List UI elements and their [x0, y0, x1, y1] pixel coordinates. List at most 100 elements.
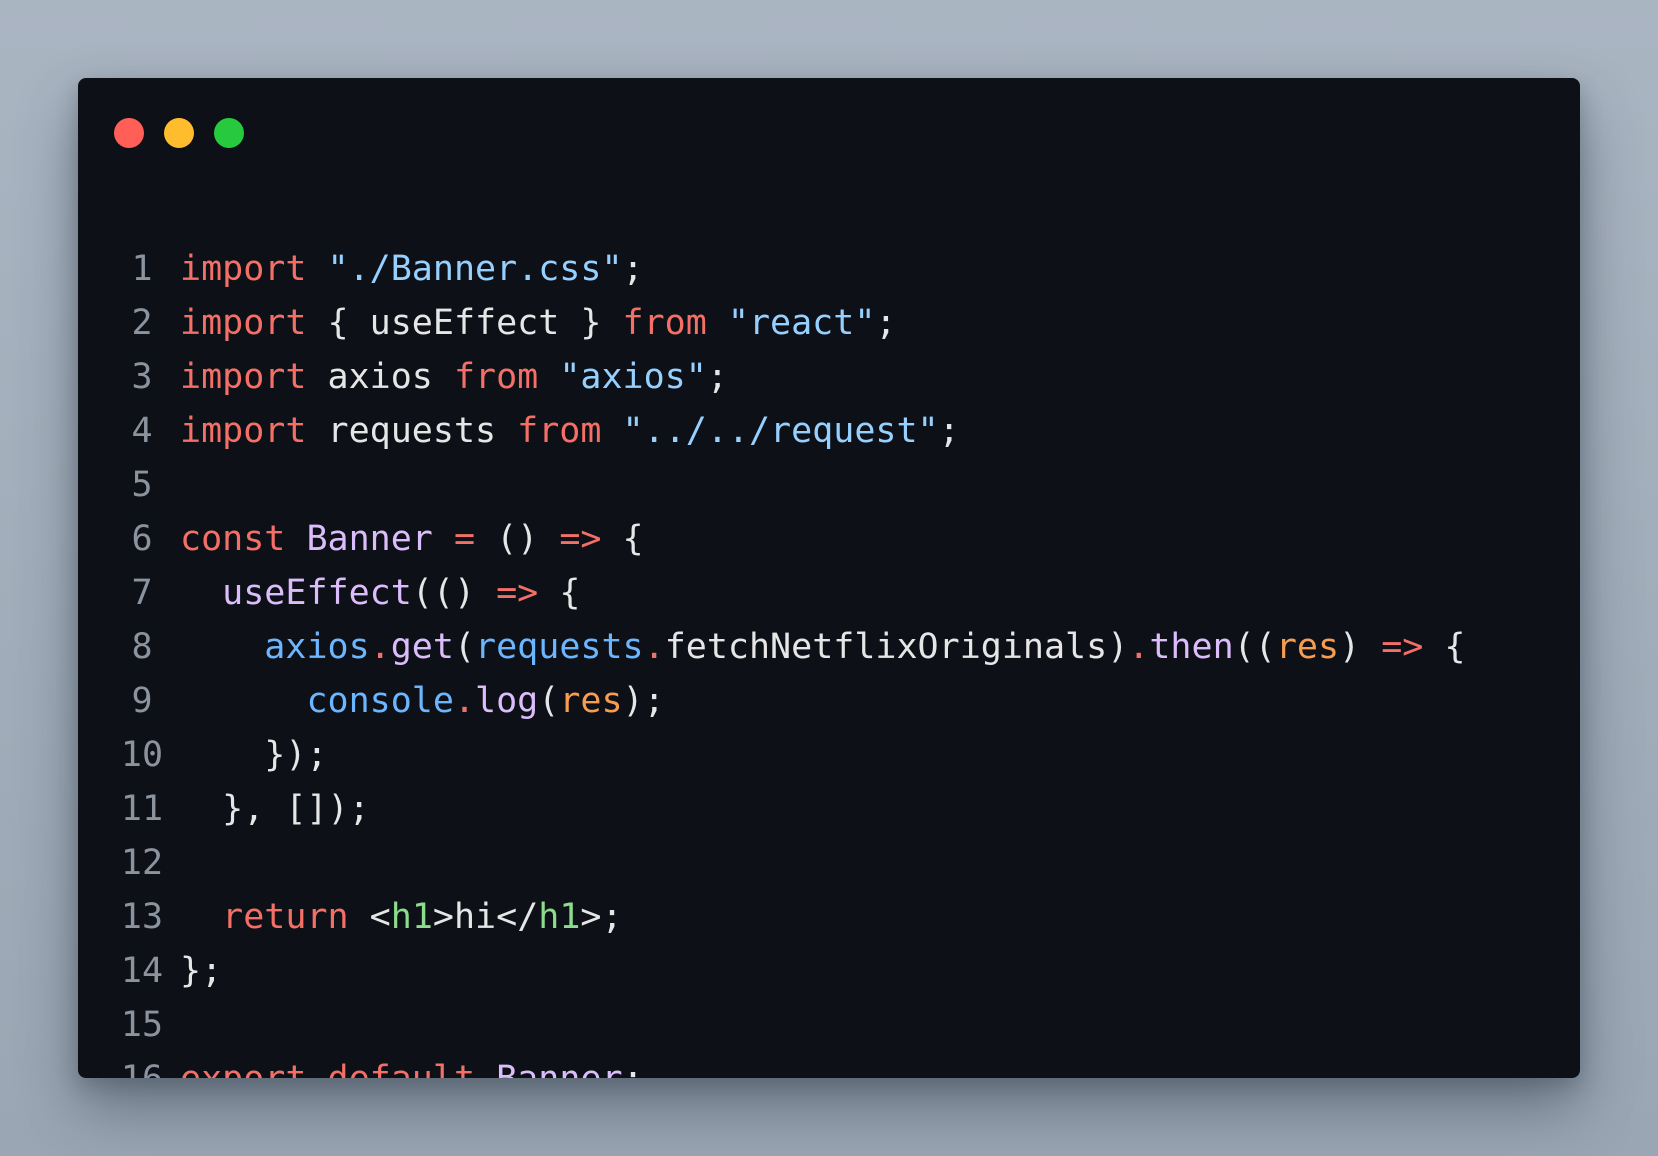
minimize-window-dot-icon[interactable]: [164, 118, 194, 148]
code-token: default: [328, 1059, 476, 1078]
code-token: >hi</: [432, 897, 539, 937]
code-token: useEffect: [222, 573, 412, 613]
code-token: );: [622, 681, 665, 721]
code-token: };: [180, 951, 223, 991]
line-number: 12: [120, 843, 164, 883]
code-token: return: [222, 897, 349, 937]
code-text: const Banner = () => {: [180, 512, 644, 566]
code-token: const: [180, 519, 286, 559]
code-line: 1 import "./Banner.css";: [78, 242, 1580, 296]
code-text: export default Banner;: [180, 1052, 644, 1078]
code-text: }, []);: [180, 782, 370, 836]
code-token: >;: [580, 897, 623, 937]
code-token: from: [517, 411, 602, 451]
code-token: Banner: [496, 1059, 622, 1078]
line-number: 14: [120, 951, 164, 991]
code-token: fetchNetflixOriginals): [664, 627, 1129, 667]
code-token: });: [180, 735, 328, 775]
code-line: 7 useEffect(() => {: [78, 566, 1580, 620]
code-token: ;: [706, 357, 728, 397]
code-text: axios.get(requests.fetchNetflixOriginals…: [180, 620, 1466, 674]
code-token: requests: [475, 627, 644, 667]
code-line: 3 import axios from "axios";: [78, 350, 1580, 404]
code-text: return <h1>hi</h1>;: [180, 890, 623, 944]
code-token: "./Banner.css": [327, 249, 623, 289]
code-token: import: [180, 303, 307, 343]
line-number: 6: [131, 519, 153, 559]
code-token: {: [601, 519, 644, 559]
code-token: { useEffect }: [306, 303, 623, 343]
code-token: res: [559, 681, 623, 721]
code-line: 12: [78, 836, 1580, 890]
code-text: };: [180, 944, 222, 998]
code-token: console: [306, 681, 454, 721]
code-token: axios: [306, 357, 454, 397]
line-number: 13: [120, 897, 164, 937]
code-token: ;: [623, 1059, 644, 1078]
code-token: .: [1128, 627, 1150, 667]
code-token: res: [1275, 627, 1340, 667]
code-token: import: [180, 411, 307, 451]
code-token: get: [390, 627, 454, 667]
code-token: ;: [875, 303, 897, 343]
code-token: {: [538, 573, 581, 613]
code-token: requests: [306, 411, 518, 451]
code-token: =: [453, 519, 476, 559]
code-token: Banner: [306, 519, 433, 559]
code-line: 2 import { useEffect } from "react";: [78, 296, 1580, 350]
code-token: =>: [559, 519, 602, 559]
code-token: "react": [727, 303, 876, 343]
code-token: import: [180, 357, 307, 397]
maximize-window-dot-icon[interactable]: [214, 118, 244, 148]
code-text: import { useEffect } from "react";: [180, 296, 896, 350]
line-number: 4: [131, 411, 153, 451]
code-token: (: [453, 627, 476, 667]
page-background: { "window": { "controls": ["close", "min…: [0, 0, 1658, 1156]
code-line: 4 import requests from "../../request";: [78, 404, 1580, 458]
code-token: }, []);: [180, 789, 370, 829]
code-line: 16 export default Banner;: [78, 1052, 1580, 1078]
code-token: =>: [1381, 627, 1424, 667]
line-number: 11: [120, 789, 164, 829]
code-token: ((: [1233, 627, 1276, 667]
line-number: 7: [131, 573, 153, 613]
line-number: 1: [131, 249, 153, 289]
code-token: ;: [622, 249, 644, 289]
line-number: 10: [120, 735, 164, 775]
code-token: export: [180, 1059, 306, 1078]
code-line: 15: [78, 998, 1580, 1052]
code-text: console.log(res);: [180, 674, 665, 728]
code-line: 10 });: [78, 728, 1580, 782]
code-token: h1: [390, 897, 433, 937]
close-window-dot-icon[interactable]: [114, 118, 144, 148]
code-token: then: [1149, 627, 1234, 667]
code-token: h1: [538, 897, 581, 937]
code-token: =>: [496, 573, 539, 613]
code-token: ;: [938, 411, 960, 451]
code-token: "axios": [559, 357, 707, 397]
code-token: from: [453, 357, 539, 397]
code-token: .: [453, 681, 476, 721]
line-number: 8: [131, 627, 153, 667]
code-token: ): [1339, 627, 1382, 667]
line-number: 16: [114, 1052, 170, 1078]
code-line: 5: [78, 458, 1580, 512]
code-token: import: [180, 249, 307, 289]
code-token: ((): [411, 573, 497, 613]
code-text: import axios from "axios";: [180, 350, 728, 404]
line-number: 3: [131, 357, 153, 397]
code-line: 11 }, []);: [78, 782, 1580, 836]
line-number: 15: [120, 1005, 164, 1045]
code-token: log: [475, 681, 539, 721]
code-token: {: [1423, 627, 1466, 667]
code-token: "../../request": [622, 411, 939, 451]
